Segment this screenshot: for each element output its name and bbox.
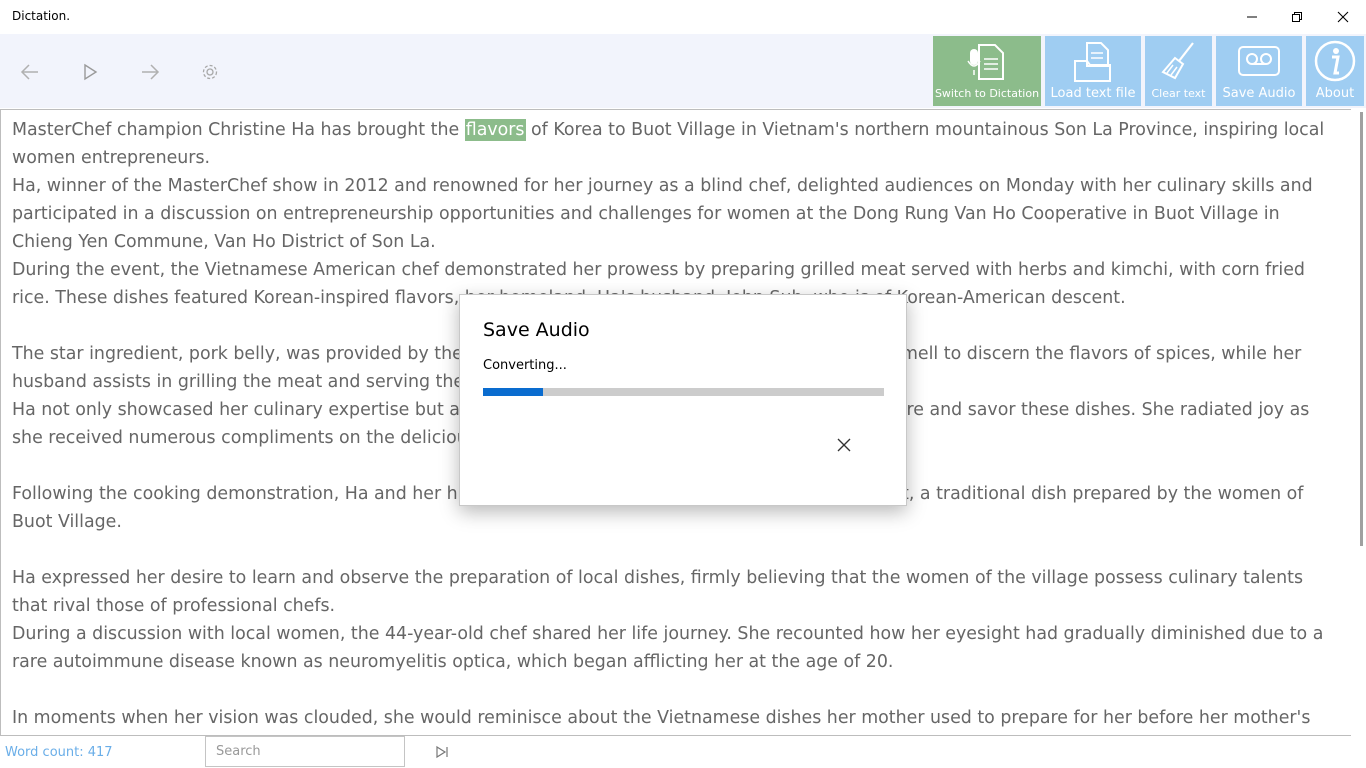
window-title: Dictation. — [12, 9, 71, 23]
clear-text-label: Clear text — [1151, 87, 1206, 100]
paragraph: Ha, winner of the MasterChef show in 201… — [12, 176, 1313, 252]
close-window-button[interactable] — [1320, 0, 1366, 34]
cancel-conversion-button[interactable] — [832, 433, 856, 457]
find-next-button[interactable] — [432, 742, 452, 762]
paragraph: In moments when her vision was clouded, … — [12, 708, 1311, 728]
close-icon — [837, 438, 851, 452]
clear-text-button[interactable]: Clear text — [1145, 36, 1212, 106]
settings-gear-icon[interactable] — [192, 54, 228, 90]
title-bar: Dictation. — [0, 0, 1366, 34]
broom-icon — [1157, 36, 1201, 86]
progress-bar — [483, 388, 884, 396]
toolbar: Switch to Dictation Load text file Clear… — [0, 34, 1366, 108]
save-audio-dialog: Save Audio Converting... — [459, 294, 907, 506]
load-text-file-button[interactable]: Load text file — [1045, 36, 1141, 106]
progress-bar-fill — [483, 388, 544, 396]
text-run: MasterChef champion Christine Ha has bro… — [12, 120, 465, 140]
paragraph: During a discussion with local women, th… — [12, 624, 1324, 672]
close-icon — [1337, 11, 1349, 23]
about-label: About — [1315, 86, 1355, 101]
status-bar: Word count: 417 — [0, 736, 1366, 768]
paragraph: Ha expressed her desire to learn and obs… — [12, 568, 1303, 616]
word-count: Word count: 417 — [5, 745, 113, 760]
minimize-icon — [1247, 16, 1257, 18]
app-window: Dictation. Switch to Dictation Load text… — [0, 0, 1366, 768]
paragraph: MasterChef champion Christine Ha has bro… — [12, 116, 1342, 172]
search-input[interactable] — [205, 736, 405, 767]
cassette-tape-icon — [1237, 36, 1281, 86]
vertical-scrollbar[interactable] — [1360, 112, 1363, 546]
skip-next-icon — [436, 745, 448, 759]
back-arrow-icon[interactable] — [12, 54, 48, 90]
switch-to-dictation-button[interactable]: Switch to Dictation — [933, 36, 1041, 106]
play-icon[interactable] — [72, 54, 108, 90]
folder-document-icon — [1071, 36, 1115, 86]
load-text-file-label: Load text file — [1050, 86, 1136, 101]
about-button[interactable]: About — [1306, 36, 1364, 106]
info-icon — [1313, 36, 1357, 86]
restore-icon — [1292, 12, 1302, 22]
dialog-title: Save Audio — [483, 319, 590, 341]
restore-button[interactable] — [1274, 0, 1320, 34]
forward-arrow-icon[interactable] — [132, 54, 168, 90]
save-audio-label: Save Audio — [1222, 86, 1296, 101]
dialog-status-text: Converting... — [483, 358, 567, 373]
switch-to-dictation-label: Switch to Dictation — [934, 87, 1040, 100]
highlighted-word: flavors — [464, 119, 526, 141]
save-audio-button[interactable]: Save Audio — [1216, 36, 1302, 106]
minimize-button[interactable] — [1229, 0, 1275, 34]
microphone-document-icon — [965, 36, 1009, 86]
